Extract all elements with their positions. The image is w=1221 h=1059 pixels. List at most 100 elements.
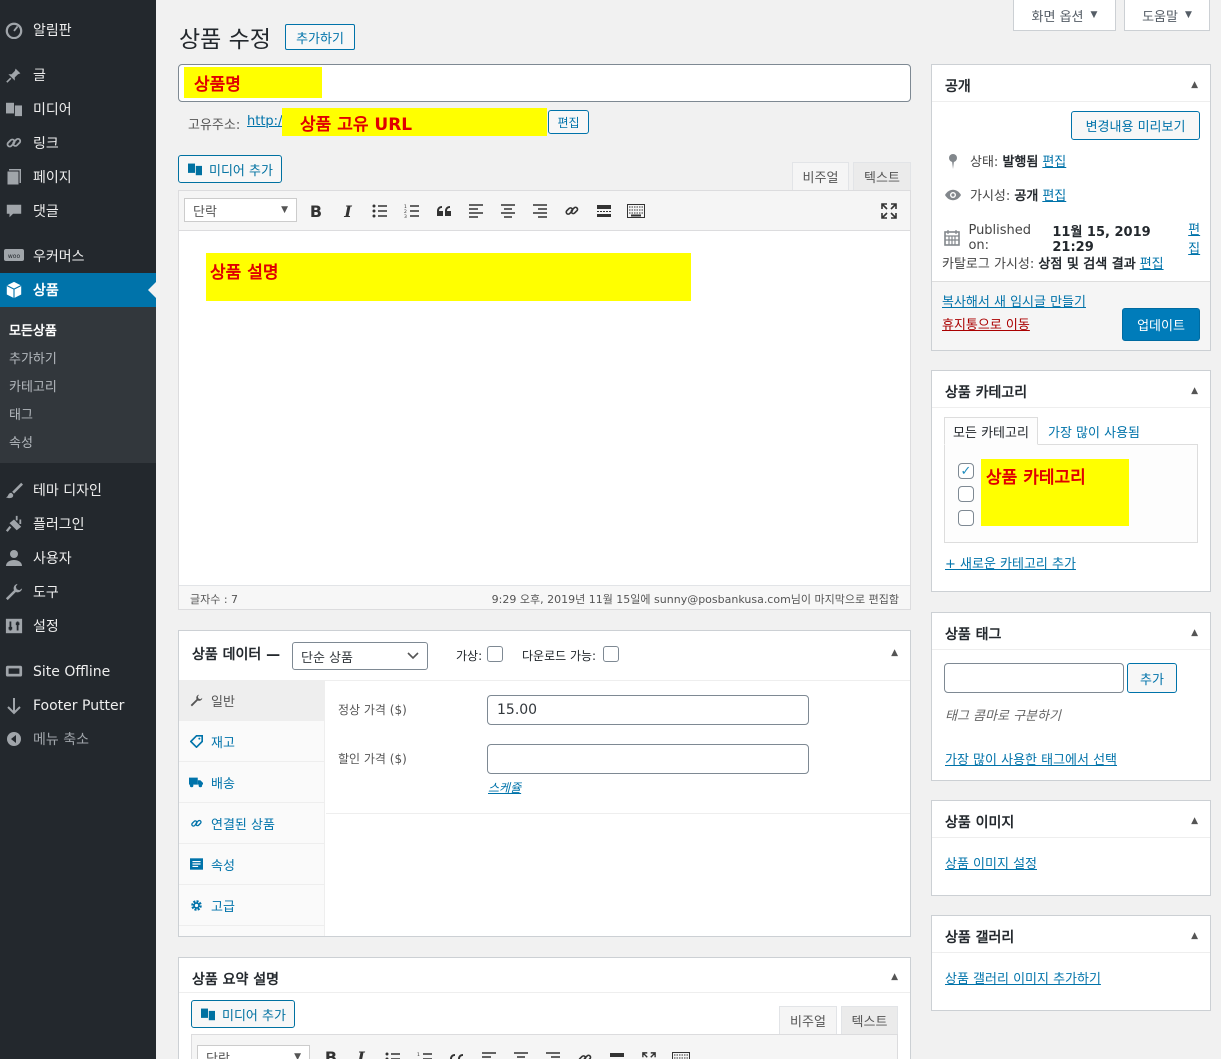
- submenu-all-products[interactable]: 모든상품: [9, 320, 57, 339]
- tag-input[interactable]: [944, 663, 1124, 693]
- copy-draft-link[interactable]: 복사해서 새 임시글 만들기: [942, 291, 1086, 310]
- add-gallery-images-link[interactable]: 상품 갤러리 이미지 추가하기: [945, 968, 1101, 987]
- toggle-panel-icon[interactable]: ▲: [891, 972, 898, 982]
- toggle-panel-icon[interactable]: ▲: [1191, 80, 1198, 90]
- blockquote-icon[interactable]: [433, 201, 455, 221]
- align-center-icon[interactable]: [510, 1049, 532, 1059]
- menu-links[interactable]: 링크: [0, 126, 156, 160]
- menu-media[interactable]: 미디어: [0, 92, 156, 126]
- read-more-icon[interactable]: [606, 1049, 628, 1059]
- add-category-link[interactable]: + 새로운 카테고리 추가: [945, 553, 1076, 572]
- sale-price-input[interactable]: [487, 744, 809, 774]
- tab-general[interactable]: 일반: [179, 680, 325, 721]
- blockquote-icon[interactable]: [446, 1049, 468, 1059]
- tab-text[interactable]: 텍스트: [853, 162, 911, 190]
- format-select[interactable]: 단락 ▼: [197, 1045, 310, 1059]
- tab-text[interactable]: 텍스트: [841, 1006, 898, 1034]
- align-left-icon[interactable]: [478, 1049, 500, 1059]
- align-right-icon[interactable]: [542, 1049, 564, 1059]
- insert-link-icon[interactable]: [561, 201, 583, 221]
- add-tag-button[interactable]: 추가: [1127, 663, 1177, 693]
- virtual-checkbox[interactable]: [487, 646, 503, 662]
- tab-shipping[interactable]: 배송: [179, 762, 325, 803]
- italic-icon[interactable]: I: [350, 1047, 372, 1059]
- schedule-link[interactable]: 스케쥴: [488, 779, 521, 796]
- add-media-button[interactable]: 미디어 추가: [191, 1000, 295, 1028]
- tab-visual[interactable]: 비주얼: [779, 1006, 837, 1034]
- toggle-panel-icon[interactable]: ▲: [1191, 931, 1198, 941]
- tab-attributes[interactable]: 속성: [179, 844, 325, 885]
- menu-label: 링크: [33, 136, 59, 152]
- add-new-button[interactable]: 추가하기: [285, 24, 355, 50]
- title-input[interactable]: 상품명: [178, 64, 911, 102]
- set-product-image-link[interactable]: 상품 이미지 설정: [945, 853, 1037, 872]
- category-checkbox[interactable]: [958, 486, 974, 502]
- submenu-tags[interactable]: 태그: [9, 404, 33, 423]
- insert-link-icon[interactable]: [574, 1049, 596, 1059]
- submenu-add-new[interactable]: 추가하기: [9, 348, 57, 367]
- screen-options-button[interactable]: 화면 옵션 ▼: [1013, 0, 1116, 31]
- permalink-edit-button[interactable]: 편집: [548, 110, 589, 134]
- downloadable-checkbox[interactable]: [603, 646, 619, 662]
- tab-all-categories[interactable]: 모든 카테고리: [944, 417, 1038, 445]
- toolbar-toggle-icon[interactable]: [670, 1049, 692, 1059]
- visibility-edit-link[interactable]: 편집: [1042, 185, 1066, 204]
- read-more-icon[interactable]: [593, 201, 615, 221]
- help-button[interactable]: 도움말 ▼: [1124, 0, 1210, 31]
- menu-collapse[interactable]: 메뉴 축소: [0, 722, 156, 756]
- bullet-list-icon[interactable]: [382, 1049, 404, 1059]
- category-checkbox[interactable]: [958, 510, 974, 526]
- italic-icon[interactable]: I: [337, 201, 359, 221]
- format-select[interactable]: 단락 ▼: [184, 198, 297, 222]
- menu-dashboard[interactable]: 알림판: [0, 13, 156, 47]
- menu-users[interactable]: 사용자: [0, 541, 156, 575]
- numbered-list-icon[interactable]: 123: [401, 201, 423, 221]
- preview-changes-button[interactable]: 변경내용 미리보기: [1071, 111, 1200, 140]
- toggle-panel-icon[interactable]: ▲: [1191, 386, 1198, 396]
- trash-link[interactable]: 휴지통으로 이동: [942, 314, 1030, 333]
- fullscreen-icon[interactable]: [878, 201, 900, 221]
- menu-label: 페이지: [33, 170, 72, 186]
- align-right-icon[interactable]: [529, 201, 551, 221]
- menu-tools[interactable]: 도구: [0, 575, 156, 609]
- update-button[interactable]: 업데이트: [1122, 308, 1200, 341]
- menu-site-offline[interactable]: Site Offline: [0, 655, 156, 689]
- menu-footer-putter[interactable]: Footer Putter: [0, 689, 156, 723]
- category-checkbox[interactable]: ✓: [958, 463, 974, 479]
- submenu-categories[interactable]: 카테고리: [9, 376, 57, 395]
- fullscreen-icon[interactable]: [638, 1049, 660, 1059]
- choose-tags-link[interactable]: 가장 많이 사용한 태그에서 선택: [945, 749, 1117, 768]
- published-edit-link[interactable]: 편집: [1188, 219, 1210, 257]
- menu-products[interactable]: 상품: [0, 273, 156, 307]
- bold-icon[interactable]: B: [305, 201, 327, 221]
- tab-linked-products[interactable]: 연결된 상품: [179, 803, 325, 844]
- menu-appearance[interactable]: 테마 디자인: [0, 473, 156, 507]
- product-type-select[interactable]: 단순 상품: [292, 642, 428, 670]
- status-edit-link[interactable]: 편집: [1042, 151, 1066, 170]
- toolbar-toggle-icon[interactable]: [625, 201, 647, 221]
- bullet-list-icon[interactable]: [369, 201, 391, 221]
- menu-woocommerce[interactable]: woo 우커머스: [0, 239, 156, 273]
- catalog-edit-link[interactable]: 편집: [1140, 253, 1164, 272]
- add-media-button[interactable]: 미디어 추가: [178, 155, 282, 183]
- tab-advanced[interactable]: 고급: [179, 885, 325, 926]
- numbered-list-icon[interactable]: 1: [414, 1049, 436, 1059]
- toggle-panel-icon[interactable]: ▲: [891, 648, 898, 658]
- menu-plugins[interactable]: 플러그인: [0, 507, 156, 541]
- menu-comments[interactable]: 댓글: [0, 194, 156, 228]
- title-highlight: 상품명: [184, 67, 322, 98]
- menu-posts[interactable]: 글: [0, 58, 156, 92]
- tab-most-used[interactable]: 가장 많이 사용됨: [1048, 422, 1140, 441]
- submenu-attributes[interactable]: 속성: [9, 432, 33, 451]
- tab-inventory[interactable]: 재고: [179, 721, 325, 762]
- permalink-link[interactable]: http://: [247, 114, 287, 129]
- menu-pages[interactable]: 페이지: [0, 160, 156, 194]
- bold-icon[interactable]: B: [320, 1047, 342, 1059]
- tab-visual[interactable]: 비주얼: [792, 162, 849, 190]
- regular-price-input[interactable]: 15.00: [487, 695, 809, 725]
- toggle-panel-icon[interactable]: ▲: [1191, 816, 1198, 826]
- toggle-panel-icon[interactable]: ▲: [1191, 628, 1198, 638]
- menu-settings[interactable]: 설정: [0, 609, 156, 643]
- align-left-icon[interactable]: [465, 201, 487, 221]
- align-center-icon[interactable]: [497, 201, 519, 221]
